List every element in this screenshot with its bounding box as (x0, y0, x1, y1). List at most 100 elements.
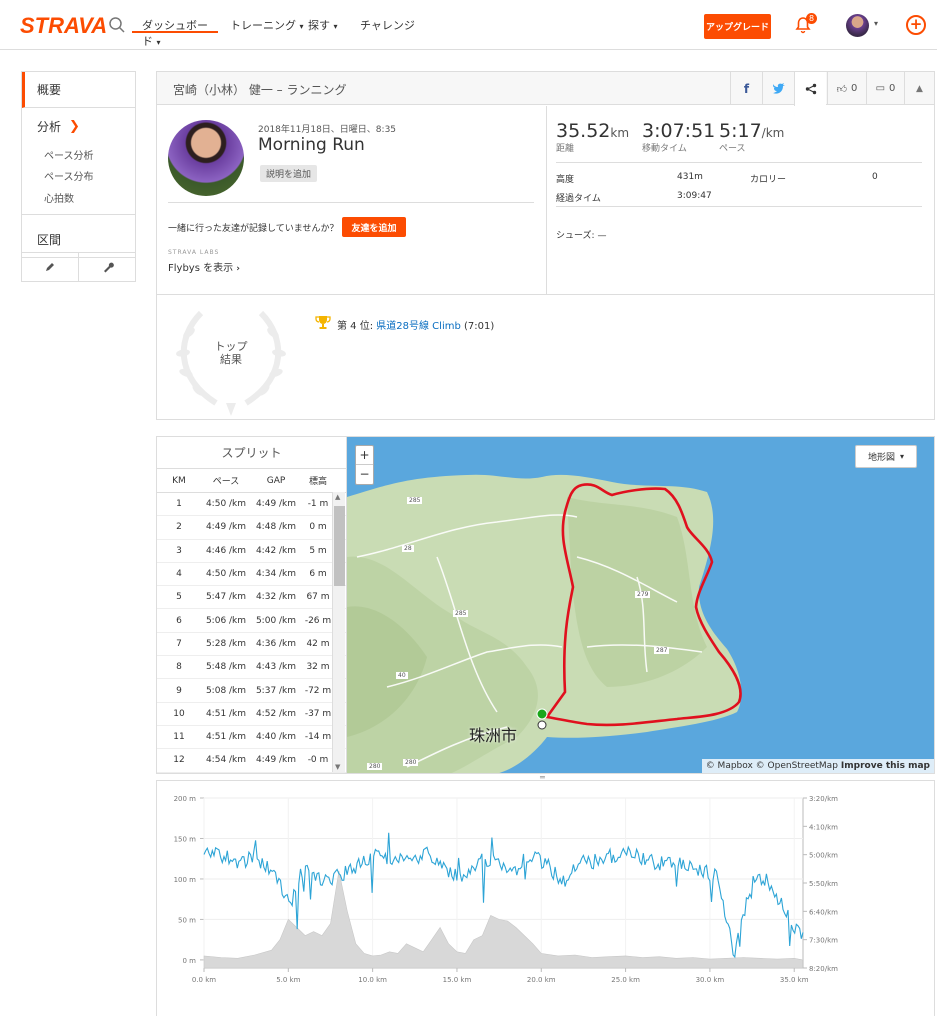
split-pace: 5:47 /km (205, 592, 247, 603)
add-plus-icon[interactable]: + (906, 15, 926, 35)
split-km: 1 (176, 499, 182, 510)
search-icon[interactable] (108, 16, 126, 34)
road-label: 280 (367, 763, 383, 770)
table-row: 6 5:06 /km 5:00 /km -26 m (157, 609, 346, 633)
chevron-down-icon: ▾ (333, 22, 338, 31)
y-right-tick-label: 7:30/km (809, 937, 838, 945)
split-gap: 4:40 /km (255, 732, 297, 743)
sidebar-sub-pace-analysis[interactable]: ペース分析 (22, 144, 135, 165)
nav-dashboard-label: ダッシュボード (142, 19, 208, 48)
attribution-text[interactable]: © Mapbox © OpenStreetMap (706, 761, 838, 771)
table-row: 5 5:47 /km 4:32 /km 67 m (157, 586, 346, 610)
map-style-dropdown[interactable]: 地形図 ▾ (855, 445, 917, 468)
split-elev: 42 m (306, 638, 330, 649)
zoom-in-button[interactable]: + (356, 446, 373, 465)
comments-button[interactable]: ▭ 0 (866, 72, 904, 105)
y-left-tick-label: 0 m (183, 957, 197, 965)
sidebar-sub-pace-distribution[interactable]: ペース分布 (22, 165, 135, 186)
split-elev: 5 m (309, 545, 327, 556)
x-tick-label: 5.0 km (276, 976, 300, 984)
nav-training-label: トレーニング (230, 19, 296, 32)
splits-scrollbar[interactable]: ▲ ▼ (332, 492, 345, 772)
facebook-share-icon[interactable]: f (730, 72, 762, 105)
split-pace: 4:54 /km (205, 755, 247, 766)
top-nav: STRAVA ダッシュボード ▾ トレーニング ▾ 探す ▾ チャレンジ アップ… (0, 0, 937, 50)
sidebar-sub-heart-rate[interactable]: 心拍数 (22, 186, 135, 215)
share-icon[interactable] (794, 72, 826, 106)
table-row: 11 4:51 /km 4:40 /km -14 m (157, 726, 346, 750)
nav-training[interactable]: トレーニング ▾ (230, 17, 304, 33)
zoom-out-button[interactable]: − (356, 465, 373, 484)
add-description-button[interactable]: 説明を追加 (260, 165, 318, 182)
distance-label: 距離 (556, 144, 575, 154)
kudos-button[interactable]: 👍︎ 0 (827, 72, 866, 105)
split-elev: -26 m (304, 615, 332, 626)
moving-time-label: 移動タイム (642, 144, 687, 154)
elevation-label: 高度 (556, 175, 575, 185)
collapse-caret-icon[interactable]: ▲ (904, 72, 934, 105)
moving-time-value: 3:07:51 (642, 120, 716, 142)
activity-title: Morning Run (258, 135, 365, 155)
road-label: 28 (402, 545, 414, 552)
elapsed-value: 3:09:47 (677, 191, 712, 201)
sidebar-item-overview[interactable]: 概要 (22, 72, 135, 108)
calories-value: 0 (872, 172, 878, 182)
split-gap: 5:37 /km (255, 685, 297, 696)
split-pace: 5:28 /km (205, 638, 247, 649)
splits-title: スプリット (157, 437, 346, 469)
flybys-link[interactable]: Flybys を表示 › (168, 259, 240, 274)
table-row: 3 4:46 /km 4:42 /km 5 m (157, 540, 346, 563)
split-gap: 4:36 /km (255, 638, 297, 649)
strava-logo[interactable]: STRAVA (20, 13, 107, 39)
table-row: 1 4:50 /km 4:49 /km -1 m (157, 493, 346, 517)
table-row: 12 4:54 /km 4:49 /km -0 m (157, 749, 346, 773)
upgrade-button[interactable]: アップグレード (704, 14, 771, 39)
split-km: 4 (176, 569, 182, 580)
route-map[interactable]: 285 28 285 40 280 280 279 287 珠洲市 + − 地形… (346, 436, 935, 774)
split-km: 7 (176, 638, 182, 649)
user-avatar[interactable] (846, 14, 869, 37)
x-tick-label: 25.0 km (611, 976, 640, 984)
y-right-tick-label: 5:50/km (809, 880, 838, 888)
nav-explore[interactable]: 探す ▾ (308, 17, 338, 33)
x-tick-label: 20.0 km (527, 976, 556, 984)
divider (157, 294, 934, 295)
map-attribution: © Mapbox © OpenStreetMap Improve this ma… (701, 759, 934, 773)
shoes-info: シューズ: — (556, 231, 607, 241)
split-gap: 5:00 /km (255, 615, 297, 626)
splits-col-pace: ペース (212, 477, 240, 487)
improve-map-link[interactable]: Improve this map (841, 761, 930, 771)
split-gap: 4:49 /km (255, 499, 297, 510)
split-pace: 4:50 /km (205, 569, 247, 580)
nav-dashboard[interactable]: ダッシュボード ▾ (132, 0, 218, 48)
sidebar-item-analysis[interactable]: 分析 ❯ (22, 108, 135, 144)
edit-pencil-icon[interactable] (22, 253, 78, 281)
stat-moving-time: 3:07:51 移動タイム (642, 120, 715, 154)
split-pace: 5:08 /km (205, 685, 247, 696)
split-km: 5 (176, 592, 182, 603)
chevron-down-icon[interactable]: ▾ (874, 19, 878, 28)
road-label: 285 (407, 497, 423, 504)
top-results-label: トップ 結果 (207, 340, 255, 366)
segment-link[interactable]: 県道28号線 Climb (376, 321, 461, 332)
add-friends-button[interactable]: 友達を追加 (342, 217, 406, 237)
scroll-thumb[interactable] (334, 506, 345, 586)
comment-icon: ▭ (875, 83, 886, 94)
split-km: 11 (173, 732, 185, 743)
activity-header-title: 宮崎（小林） 健一 – ランニング (173, 83, 347, 97)
wrench-icon[interactable] (78, 253, 135, 281)
nav-challenges[interactable]: チャレンジ (360, 17, 415, 33)
chevron-down-icon: ▾ (156, 38, 161, 47)
twitter-share-icon[interactable] (762, 72, 794, 105)
kudos-count: 0 (851, 83, 858, 94)
elevation-value: 431m (677, 172, 703, 182)
activity-panel: 宮崎（小林） 健一 – ランニング f 👍︎ 0 ▭ 0 ▲ 2018年11月18日… (156, 71, 935, 420)
table-row: 10 4:51 /km 4:52 /km -37 m (157, 703, 346, 726)
chevron-down-icon: ▾ (900, 452, 905, 461)
athlete-avatar[interactable] (168, 120, 244, 196)
scroll-down-icon[interactable]: ▼ (335, 763, 340, 771)
zoom-controls: + − (355, 445, 374, 485)
splits-rows: 1 4:50 /km 4:49 /km -1 m 2 4:49 /km 4:48 /km 0 … (157, 493, 346, 773)
distance-value: 35.52 (556, 120, 611, 142)
scroll-up-icon[interactable]: ▲ (335, 493, 340, 501)
